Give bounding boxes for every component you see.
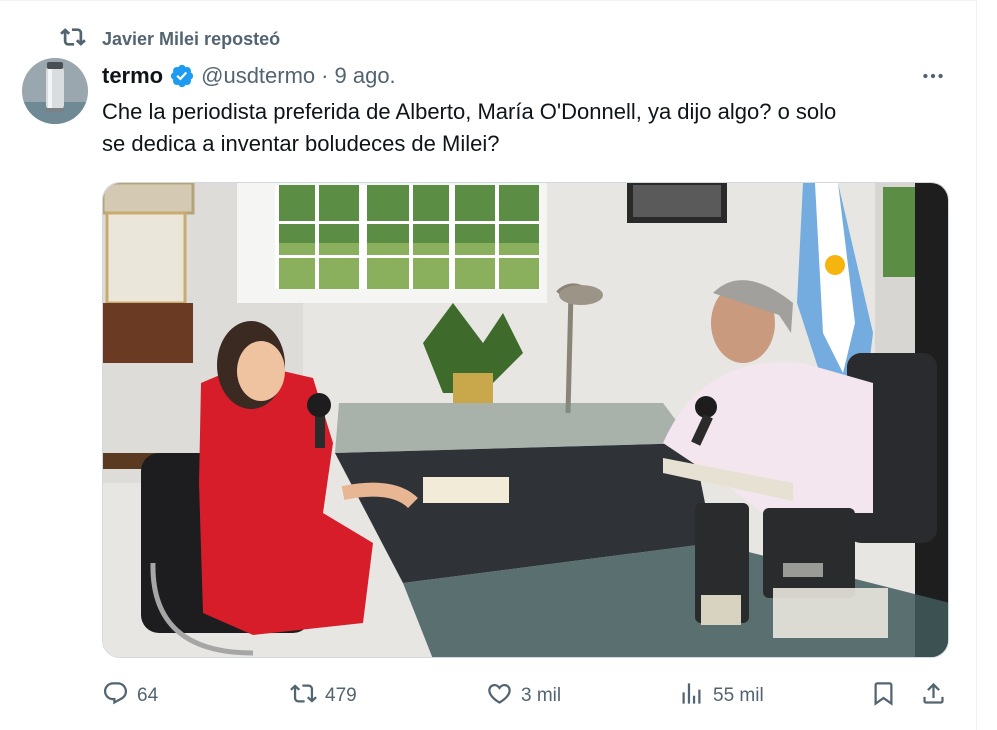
- bookmark-button[interactable]: [870, 678, 897, 714]
- author-avatar[interactable]: [22, 58, 88, 124]
- author-handle[interactable]: @usdtermo: [201, 63, 315, 89]
- repost-action-icon: [290, 680, 317, 713]
- top-divider: [0, 0, 977, 1]
- repost-indicator[interactable]: Javier Milei reposteó: [60, 26, 280, 52]
- repost-icon: [60, 24, 86, 55]
- like-count: 3 mil: [521, 685, 562, 706]
- reply-count: 64: [137, 685, 159, 706]
- tweet-photo[interactable]: [102, 182, 949, 658]
- share-button[interactable]: [920, 678, 947, 714]
- author-name[interactable]: termo: [102, 63, 163, 89]
- repost-count: 479: [325, 685, 357, 706]
- tweet-header: termo @usdtermo · 9 ago.: [102, 61, 396, 91]
- repost-label: Javier Milei reposteó: [102, 28, 281, 49]
- bookmark-icon: [870, 680, 897, 713]
- timeline-border: [976, 0, 977, 730]
- views-button[interactable]: 55 mil: [678, 678, 764, 714]
- verified-badge-icon: [169, 63, 195, 89]
- share-icon: [920, 680, 947, 713]
- reply-icon: [102, 680, 129, 713]
- tweet-actions: 64 479 3 mil 55 mil: [102, 678, 950, 714]
- header-separator: ·: [321, 63, 329, 88]
- repost-button[interactable]: 479: [290, 678, 357, 714]
- views-chart-icon: [678, 680, 705, 713]
- reply-button[interactable]: 64: [102, 678, 158, 714]
- views-count: 55 mil: [713, 685, 764, 706]
- tweet-date[interactable]: 9 ago.: [335, 63, 396, 89]
- heart-icon: [486, 680, 513, 713]
- more-options-icon[interactable]: [918, 64, 948, 88]
- like-button[interactable]: 3 mil: [486, 678, 561, 714]
- tweet-text: Che la periodista preferida de Alberto, …: [102, 99, 837, 156]
